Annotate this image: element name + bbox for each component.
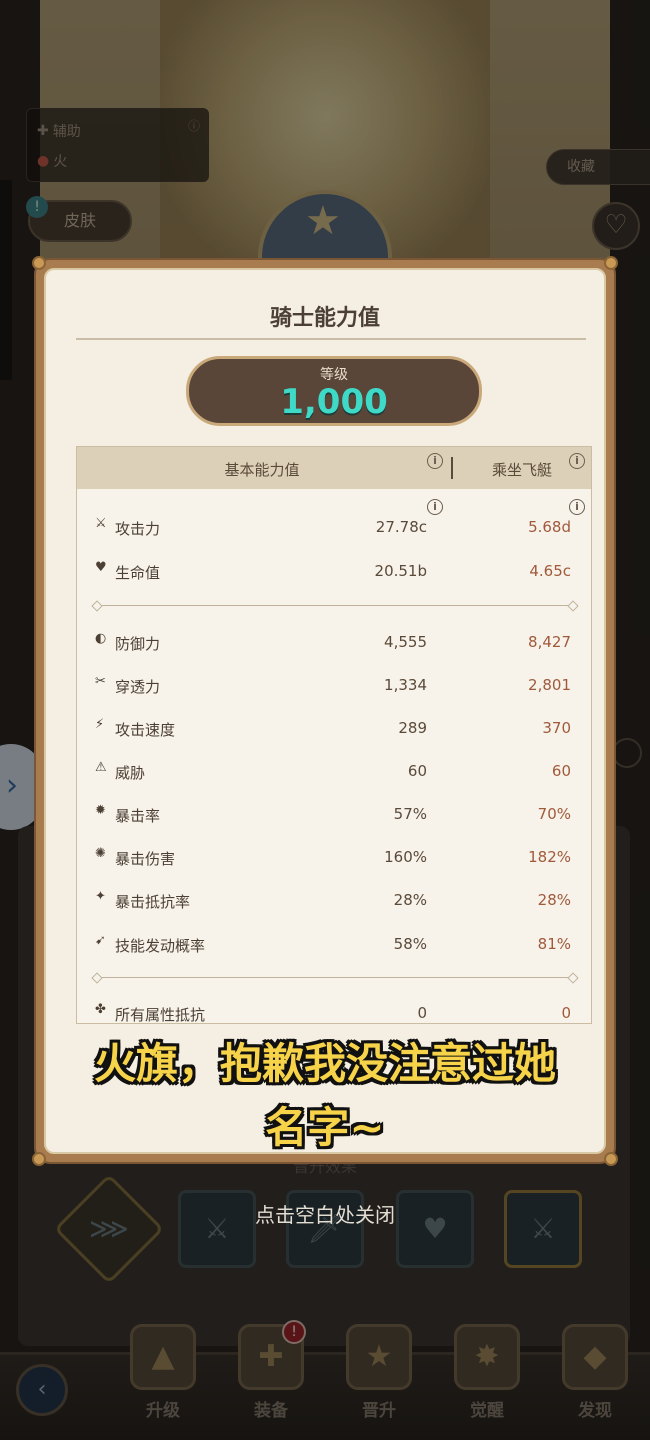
video-subtitle: 火旗，抱歉我没注意过她 名字~ xyxy=(20,1032,630,1160)
stat-row: ✺ 暴击伤害 160% 182% xyxy=(77,843,593,873)
stat-airship-value: 28% xyxy=(537,891,571,909)
stat-row: ✹ 暴击率 57% 70% xyxy=(77,800,593,830)
subtitle-line-2: 名字~ xyxy=(265,1103,385,1152)
stat-row: ✤ 所有属性抵抗 0 0 xyxy=(77,999,593,1029)
stat-base-value: 20.51b xyxy=(374,562,427,580)
stat-row: ◐ 防御力 4,555 8,427 xyxy=(77,628,593,658)
title-divider xyxy=(76,338,586,340)
stat-row: ✦ 暴击抵抗率 28% 28% xyxy=(77,886,593,916)
stat-base-value: 0 xyxy=(417,1004,427,1022)
modal-title: 骑士能力值 xyxy=(269,306,380,331)
stat-base-value: 27.78c xyxy=(375,518,427,536)
attack-speed-icon: ⚡ xyxy=(95,717,105,732)
stat-base-value: 60 xyxy=(407,762,427,780)
level-value: 1,000 xyxy=(280,382,388,422)
column-airship: 乘坐飞艇 xyxy=(491,461,552,479)
stat-airship-value: 60 xyxy=(551,762,571,780)
stat-row: ♥ 生命值 20.51b 4.65c xyxy=(77,557,593,587)
modal-body: 骑士能力值 等级 1,000 基本能力值 i 乘坐飞艇 i i i ⚔ 攻击力 … xyxy=(44,268,606,1154)
stat-row: ⚔ 攻击力 27.78c 5.68d xyxy=(77,513,593,543)
stat-base-value: 4,555 xyxy=(384,633,427,651)
subtitle-line-1: 火旗，抱歉我没注意过她 xyxy=(93,1039,556,1088)
corner-gem-icon xyxy=(32,256,46,270)
knight-stats-modal: 骑士能力值 等级 1,000 基本能力值 i 乘坐飞艇 i i i ⚔ 攻击力 … xyxy=(32,256,618,1166)
stat-airship-value: 2,801 xyxy=(528,676,571,694)
heart-icon: ♥ xyxy=(95,560,107,575)
stat-name: 技能发动概率 xyxy=(115,937,206,955)
stat-base-value: 1,334 xyxy=(384,676,427,694)
threat-icon: ⚠ xyxy=(95,760,107,775)
stat-name: 暴击伤害 xyxy=(115,850,176,868)
crit-resist-icon: ✦ xyxy=(95,889,106,904)
level-label: 等级 xyxy=(320,367,348,383)
stat-airship-value: 70% xyxy=(537,805,571,823)
stats-table: 基本能力值 i 乘坐飞艇 i i i ⚔ 攻击力 27.78c 5.68d ♥ … xyxy=(76,446,592,1024)
stat-name: 攻击速度 xyxy=(115,721,176,739)
stat-name: 暴击抵抗率 xyxy=(115,893,191,911)
skill-proc-icon: ➹ xyxy=(95,933,106,948)
element-resist-icon: ✤ xyxy=(95,1002,106,1017)
stat-name: 所有属性抵抗 xyxy=(115,1006,206,1024)
stat-airship-value: 81% xyxy=(537,935,571,953)
shield-icon: ◐ xyxy=(95,631,107,646)
crit-rate-icon: ✹ xyxy=(95,803,106,818)
stat-airship-value: 4.65c xyxy=(529,562,571,580)
stat-base-value: 160% xyxy=(384,848,427,866)
corner-gem-icon xyxy=(604,256,618,270)
close-hint[interactable]: 点击空白处关闭 xyxy=(0,1199,650,1228)
stat-name: 穿透力 xyxy=(115,678,161,696)
stat-row: ⚠ 威胁 60 60 xyxy=(77,757,593,787)
column-base-stats: 基本能力值 xyxy=(224,461,300,479)
stat-base-value: 289 xyxy=(398,719,427,737)
crit-damage-icon: ✺ xyxy=(95,846,106,861)
section-divider xyxy=(97,977,573,978)
stat-airship-value: 182% xyxy=(528,848,571,866)
info-icon[interactable]: i xyxy=(427,453,443,469)
section-divider xyxy=(97,605,573,606)
stat-name: 暴击率 xyxy=(115,807,161,825)
stat-airship-value: 370 xyxy=(542,719,571,737)
stat-base-value: 28% xyxy=(393,891,427,909)
stat-name: 生命值 xyxy=(115,564,161,582)
stat-name: 攻击力 xyxy=(115,520,161,538)
stat-name: 威胁 xyxy=(115,764,146,782)
info-icon[interactable]: i xyxy=(569,453,585,469)
stat-row: ⚡ 攻击速度 289 370 xyxy=(77,714,593,744)
stat-base-value: 58% xyxy=(393,935,427,953)
stat-name: 防御力 xyxy=(115,635,161,653)
column-separator xyxy=(451,457,453,479)
stat-row: ➹ 技能发动概率 58% 81% xyxy=(77,930,593,960)
pierce-icon: ✂ xyxy=(95,674,106,689)
stat-airship-value: 0 xyxy=(561,1004,571,1022)
stat-row: ✂ 穿透力 1,334 2,801 xyxy=(77,671,593,701)
level-plate: 等级 1,000 xyxy=(186,356,482,426)
sword-icon: ⚔ xyxy=(95,516,107,531)
stat-airship-value: 8,427 xyxy=(528,633,571,651)
stat-base-value: 57% xyxy=(393,805,427,823)
stat-airship-value: 5.68d xyxy=(528,518,571,536)
stats-table-header: 基本能力值 i 乘坐飞艇 i xyxy=(77,447,591,489)
